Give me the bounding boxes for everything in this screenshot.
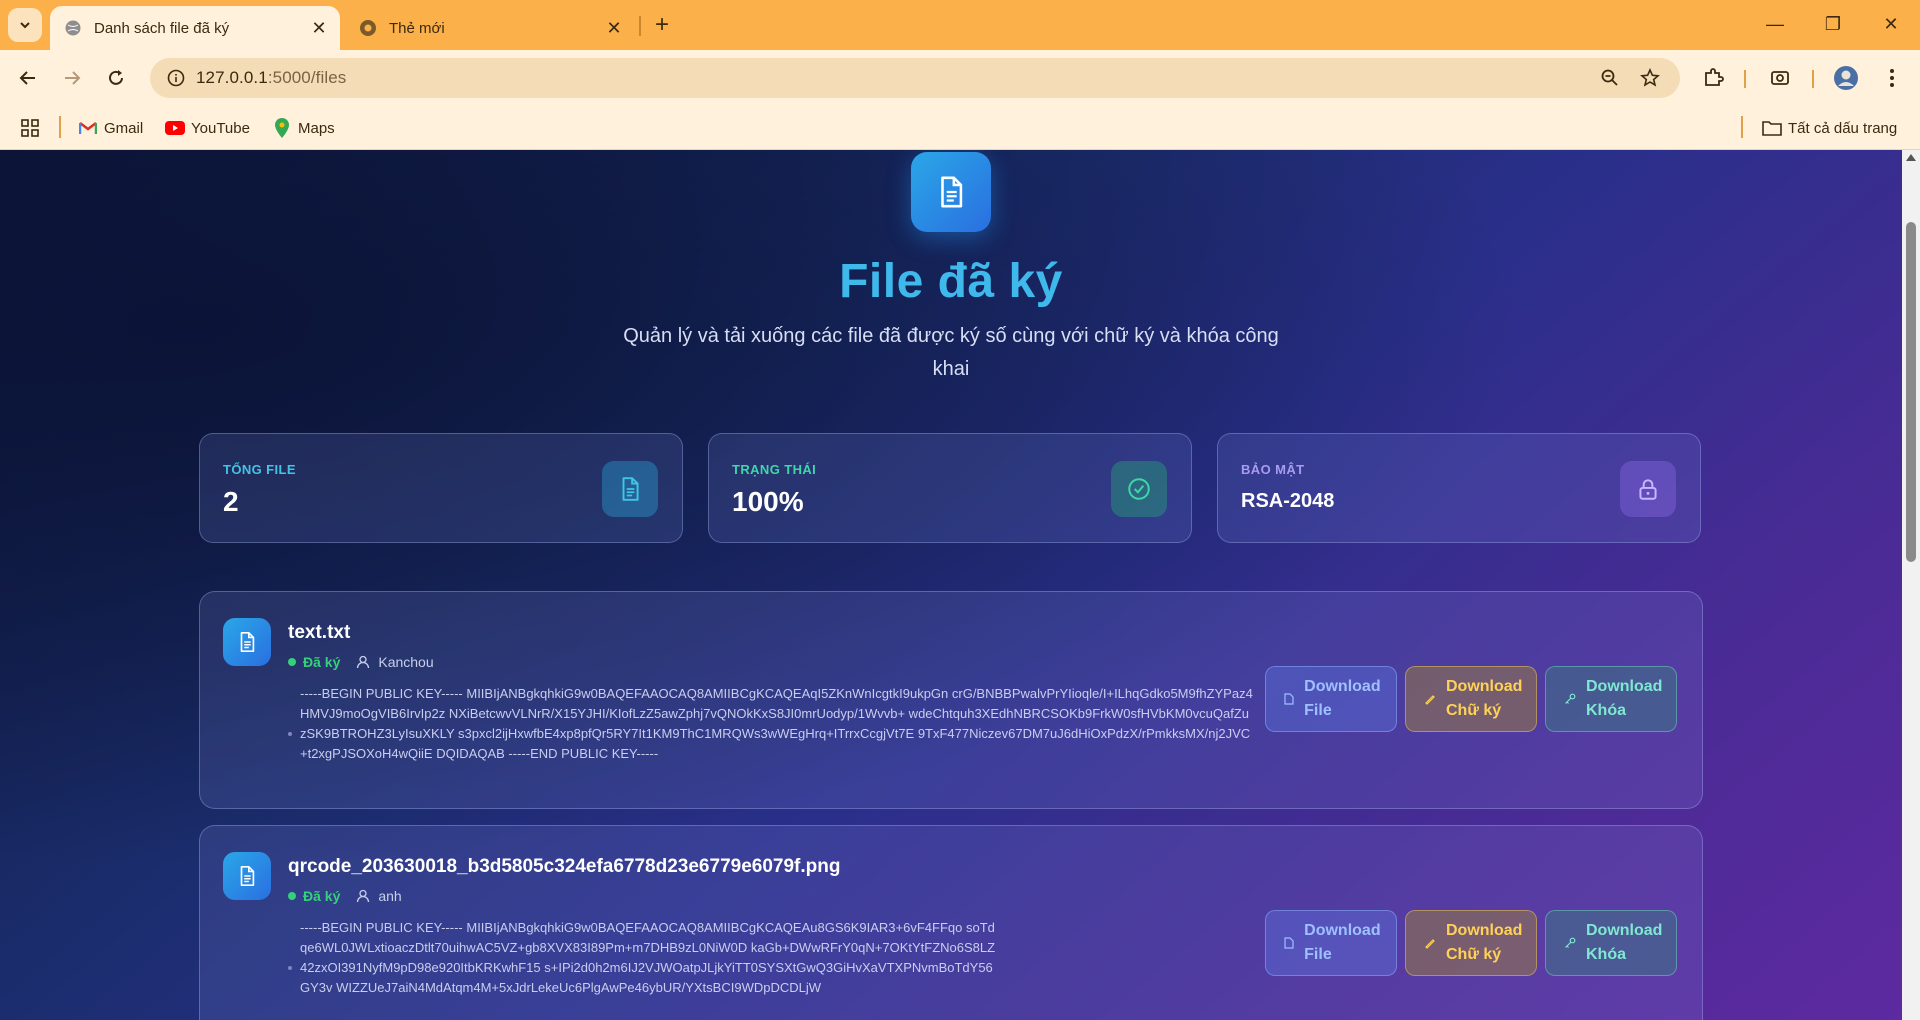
user-icon: [356, 889, 370, 903]
file-icon: [223, 618, 271, 666]
scrollbar-thumb[interactable]: [1906, 222, 1916, 562]
maps-pin-icon: [272, 118, 292, 138]
download-file-button[interactable]: Download File: [1265, 910, 1397, 976]
bookmark-maps[interactable]: Maps: [272, 116, 335, 140]
file-name: qrcode_203630018_b3d5805c324efa6778d23e6…: [288, 856, 841, 877]
file-icon: [1284, 693, 1294, 705]
zoom-icon[interactable]: [1592, 60, 1628, 96]
document-icon: [911, 152, 991, 232]
file-icon: [1284, 937, 1294, 949]
stat-value: 100%: [732, 486, 804, 517]
forward-icon[interactable]: [54, 60, 90, 96]
file-name: text.txt: [288, 622, 351, 643]
tab-bar: Danh sách file đã ký ✕ Thẻ mới ✕ + — ❐ ✕: [0, 0, 1920, 50]
status-badge: Đã ký: [303, 888, 341, 904]
file-card: text.txt Đã ký Kanchou -----BEGIN PUBLIC…: [199, 591, 1703, 809]
bookmark-gmail[interactable]: Gmail: [78, 116, 143, 140]
public-key-text: -----BEGIN PUBLIC KEY----- MIIBIjANBgkqh…: [300, 686, 1253, 761]
bullet-dot: [288, 732, 292, 736]
status-badge: Đã ký: [303, 654, 341, 670]
stat-status: TRẠNG THÁI 100%: [708, 433, 1192, 543]
status-dot: [288, 658, 296, 666]
page-scrollbar[interactable]: [1902, 150, 1920, 1020]
new-tab-button[interactable]: +: [648, 11, 676, 39]
key-icon: [1564, 937, 1576, 949]
lock-icon: [1620, 461, 1676, 517]
download-file-button[interactable]: Download File: [1265, 666, 1397, 732]
apps-grid-icon[interactable]: [20, 116, 40, 140]
page-subtitle: Quản lý và tải xuống các file đã được ký…: [623, 325, 1279, 380]
check-circle-icon: [1111, 461, 1167, 517]
bullet-dot: [288, 966, 292, 970]
url-text: 127.0.0.1:5000/files: [196, 68, 347, 87]
chrome-icon: [359, 19, 377, 37]
back-icon[interactable]: [10, 60, 46, 96]
screenshot-icon[interactable]: [1762, 60, 1798, 96]
browser-toolbar: 127.0.0.1:5000/files: [0, 50, 1920, 106]
close-window-icon[interactable]: ✕: [1862, 0, 1920, 48]
globe-icon: [64, 19, 82, 37]
site-info-icon[interactable]: [156, 69, 196, 87]
tab-the-moi[interactable]: Thẻ mới ✕: [345, 6, 635, 50]
profile-avatar[interactable]: [1828, 60, 1864, 96]
folder-icon: [1762, 118, 1782, 138]
download-key-button[interactable]: Download Khóa: [1545, 666, 1677, 732]
toolbar-separator: [1812, 70, 1814, 88]
tab-separator: [639, 16, 641, 36]
stat-label: TỔNG FILE: [223, 462, 296, 477]
bookmark-youtube[interactable]: YouTube: [165, 116, 250, 140]
reload-icon[interactable]: [98, 60, 134, 96]
bookmark-separator: [1741, 116, 1743, 138]
extensions-icon[interactable]: [1695, 60, 1731, 96]
user-icon: [356, 655, 370, 669]
pen-icon: [1424, 693, 1436, 705]
bookmarks-bar: Gmail YouTube Maps Tất cả dấu trang: [0, 106, 1920, 150]
star-icon[interactable]: [1632, 60, 1668, 96]
page-title: File đã ký: [839, 255, 1063, 308]
stat-security: BẢO MẬT RSA-2048: [1217, 433, 1701, 543]
tab-danh-sach-file[interactable]: Danh sách file đã ký ✕: [50, 6, 340, 50]
pen-icon: [1424, 937, 1436, 949]
tab-title: Thẻ mới: [389, 19, 445, 37]
status-dot: [288, 892, 296, 900]
toolbar-separator: [1744, 70, 1746, 88]
restore-icon[interactable]: ❐: [1804, 0, 1862, 48]
all-bookmarks[interactable]: Tất cả dấu trang: [1762, 116, 1897, 140]
download-signature-button[interactable]: Download Chữ ký: [1405, 910, 1537, 976]
document-icon: [602, 461, 658, 517]
scroll-up-arrow-icon[interactable]: [1906, 154, 1916, 161]
chevron-down-icon: [20, 22, 30, 29]
download-signature-button[interactable]: Download Chữ ký: [1405, 666, 1537, 732]
public-key-text: -----BEGIN PUBLIC KEY----- MIIBIjANBgkqh…: [300, 920, 996, 995]
stat-label: TRẠNG THÁI: [732, 462, 817, 477]
key-icon: [1564, 693, 1576, 705]
download-key-button[interactable]: Download Khóa: [1545, 910, 1677, 976]
tab-title: Danh sách file đã ký: [94, 19, 230, 37]
page-viewport: File đã ký Quản lý và tải xuống các file…: [0, 150, 1902, 1020]
file-owner: Kanchou: [378, 654, 434, 670]
file-meta: Đã ký anh: [288, 888, 402, 904]
stat-value: 2: [223, 486, 239, 517]
file-icon: [223, 852, 271, 900]
menu-kebab-icon[interactable]: [1874, 60, 1910, 96]
gmail-icon: [78, 118, 98, 138]
stat-label: BẢO MẬT: [1241, 462, 1305, 477]
stat-value: RSA-2048: [1241, 490, 1335, 512]
minimize-icon[interactable]: —: [1746, 0, 1804, 48]
address-bar[interactable]: 127.0.0.1:5000/files: [150, 58, 1680, 98]
bookmark-separator: [59, 116, 61, 138]
file-owner: anh: [378, 888, 402, 904]
youtube-icon: [165, 118, 185, 138]
tab-search-button[interactable]: [8, 8, 42, 42]
file-card: qrcode_203630018_b3d5805c324efa6778d23e6…: [199, 825, 1703, 1020]
file-meta: Đã ký Kanchou: [288, 654, 434, 670]
close-tab-icon[interactable]: ✕: [306, 15, 332, 41]
close-tab-icon[interactable]: ✕: [601, 15, 627, 41]
stat-total-files: TỔNG FILE 2: [199, 433, 683, 543]
